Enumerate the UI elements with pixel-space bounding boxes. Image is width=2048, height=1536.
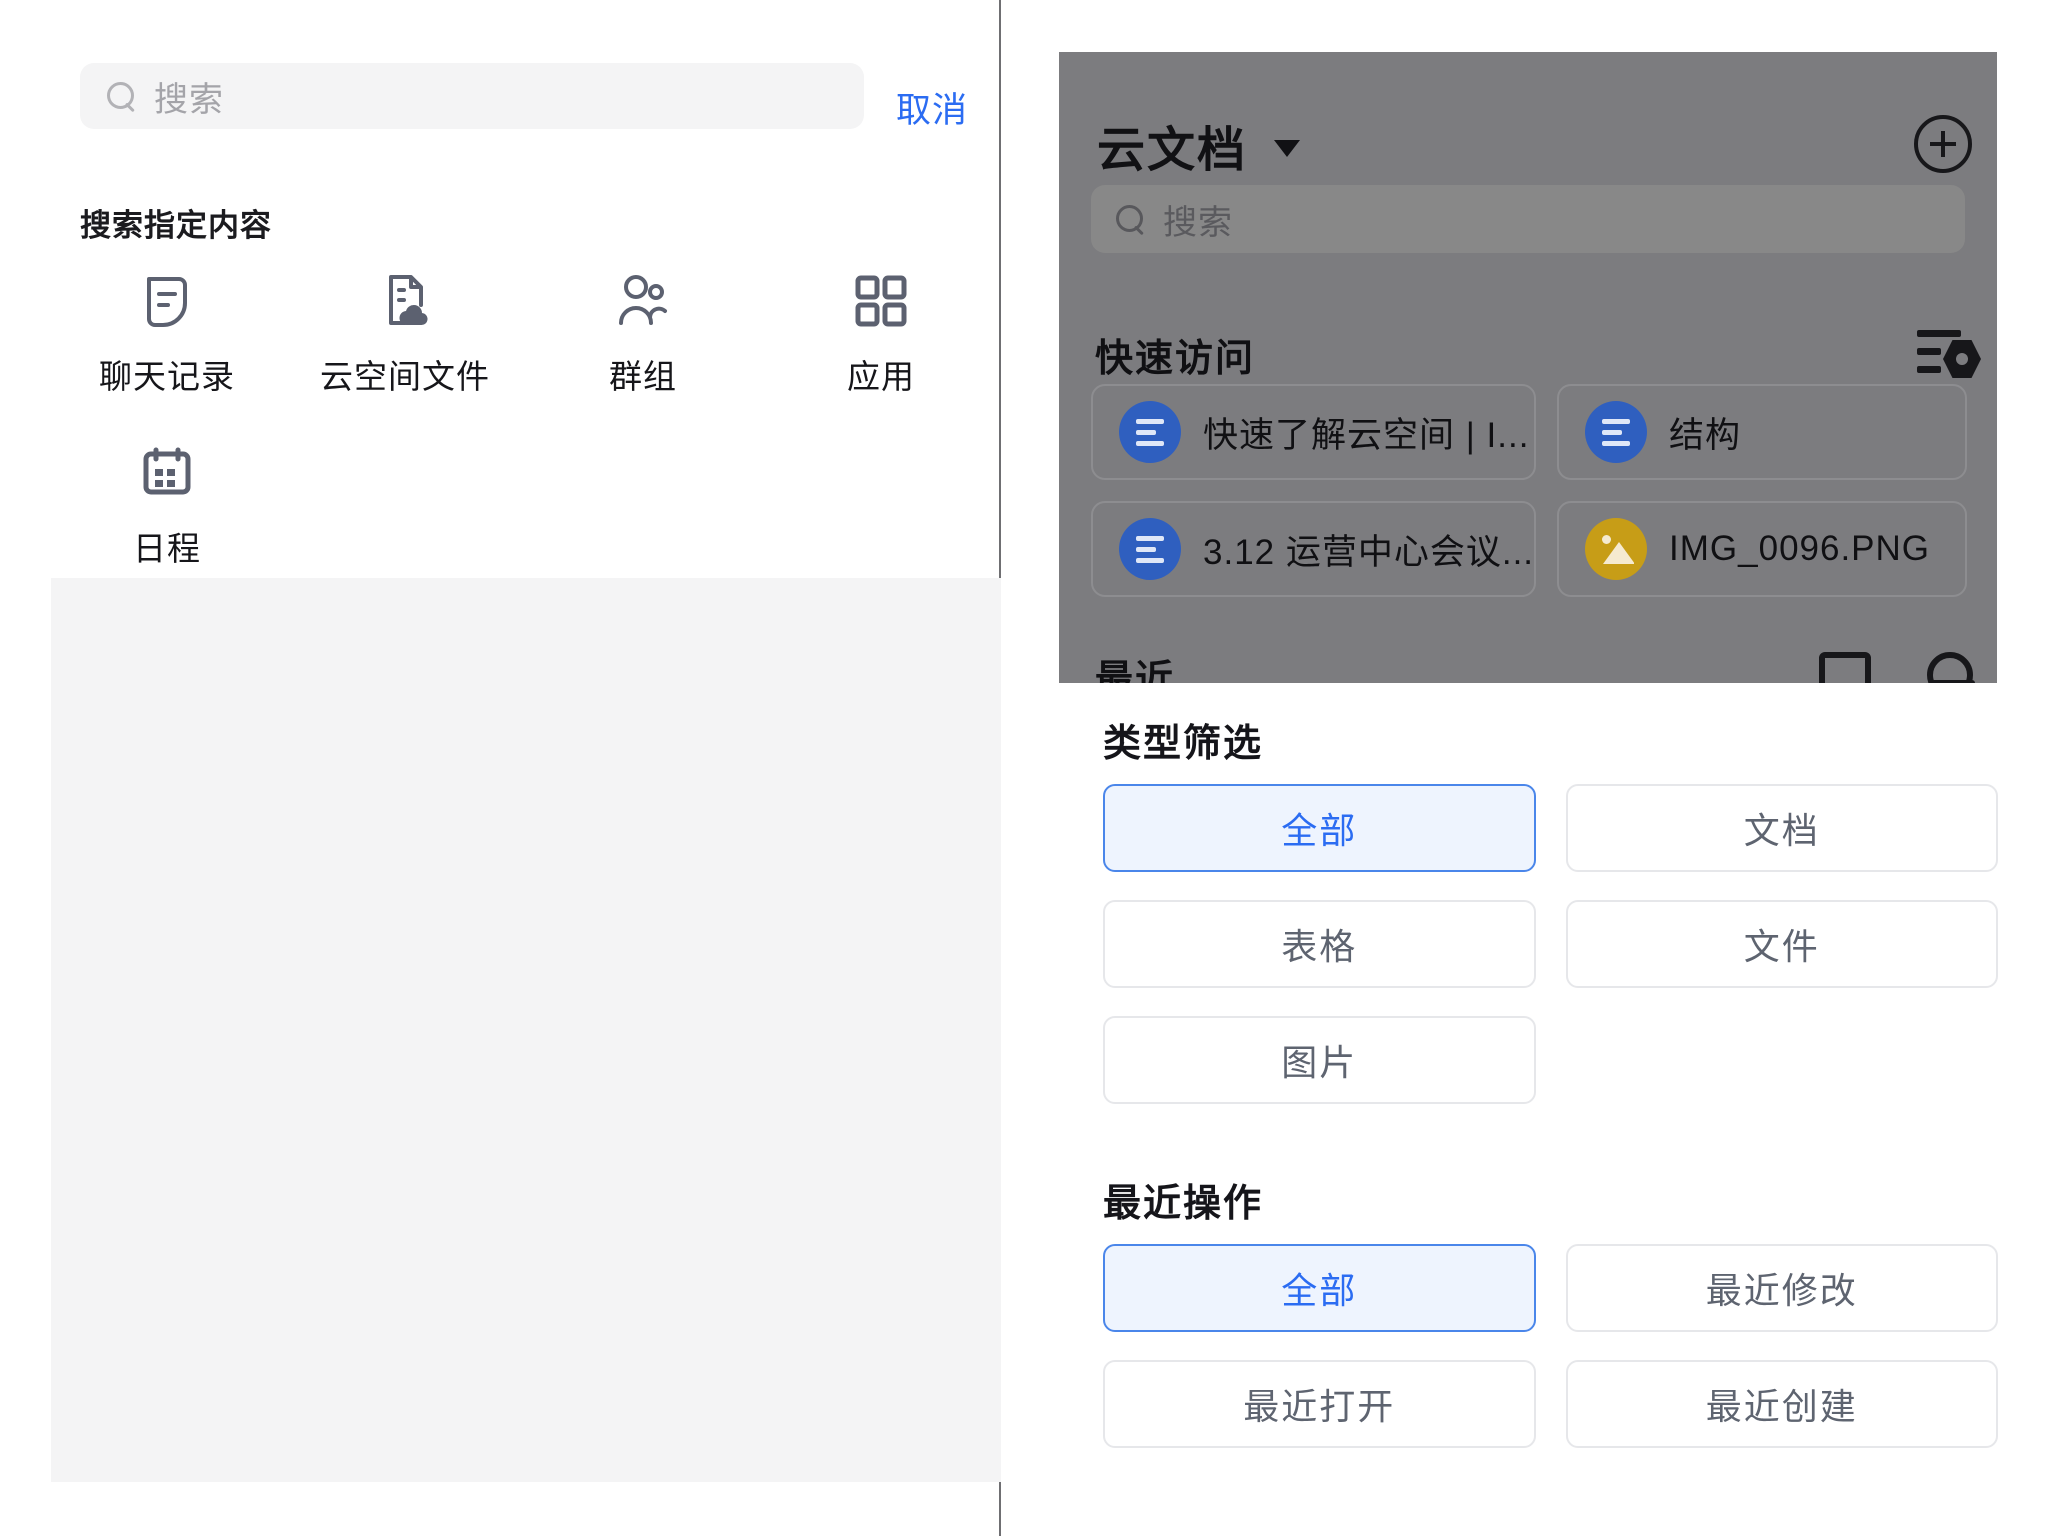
right-filter-panel: 云文档 搜索 快速访问 快速了解云空间 | I... 结构 3.12 运营中心会… xyxy=(1003,0,2048,1536)
search-row: 搜索 xyxy=(0,58,1001,134)
preview-title: 云文档 xyxy=(1097,124,1248,177)
type-filter-option-file[interactable]: 文件 xyxy=(1565,900,1998,988)
doc-file-icon xyxy=(1585,401,1648,463)
plus-circle-icon[interactable] xyxy=(1914,115,1972,173)
chat-record-icon xyxy=(140,272,194,330)
recent-operation-option-opened[interactable]: 最近打开 xyxy=(1103,1360,1536,1448)
search-icon xyxy=(1115,204,1145,234)
cloud-file-icon xyxy=(378,272,432,330)
chevron-down-icon[interactable] xyxy=(1274,140,1300,157)
doc-file-icon xyxy=(1119,518,1181,580)
image-file-icon xyxy=(1585,518,1648,580)
preview-search-input[interactable]: 搜索 xyxy=(1091,185,1965,253)
cancel-button[interactable]: 取消 xyxy=(896,82,968,133)
quick-access-card-name: IMG_0096.PNG xyxy=(1669,529,1931,568)
sort-filter-icon[interactable] xyxy=(1917,328,1981,378)
screen-root: 搜索 取消 搜索指定内容 聊天记录 云空间文件 群组 应用 日程 云文档 搜索 … xyxy=(0,0,2048,1536)
recent-view-toggles[interactable] xyxy=(1819,652,1979,683)
calendar-icon xyxy=(140,444,194,502)
sidebar-item-cloud-file[interactable]: 云空间文件 xyxy=(286,272,524,398)
recent-operation-title: 最近操作 xyxy=(1103,1183,1264,1225)
quick-access-card-name: 快速了解云空间 | I... xyxy=(1203,415,1530,455)
shortcut-label: 应用 xyxy=(847,358,915,395)
shortcut-label: 聊天记录 xyxy=(99,358,235,395)
search-input[interactable]: 搜索 xyxy=(80,63,864,129)
grid-view-icon[interactable] xyxy=(1819,652,1871,683)
page-title: 搜索指定内容 xyxy=(80,208,272,243)
quick-access-grid: 快速了解云空间 | I... 结构 3.12 运营中心会议... IMG_009… xyxy=(1091,384,1967,597)
preview-search-placeholder: 搜索 xyxy=(1163,203,1233,242)
type-filter-title: 类型筛选 xyxy=(1103,723,1264,765)
quick-access-card[interactable]: 3.12 运营中心会议... xyxy=(1091,501,1537,597)
apps-grid-icon xyxy=(855,272,907,330)
shortcut-label: 云空间文件 xyxy=(320,358,490,395)
recent-operation-option-modified[interactable]: 最近修改 xyxy=(1565,1244,1998,1332)
shortcut-label: 群组 xyxy=(609,358,677,395)
empty-results-area xyxy=(51,578,1001,1482)
dimmed-app-preview: 云文档 搜索 快速访问 快速了解云空间 | I... 结构 3.12 运营中心会… xyxy=(1059,52,1997,683)
quick-access-title: 快速访问 xyxy=(1095,338,1256,380)
type-filter-option-sheet[interactable]: 表格 xyxy=(1103,900,1536,988)
recent-operation-option-created[interactable]: 最近创建 xyxy=(1565,1360,1998,1448)
group-users-icon xyxy=(614,272,672,330)
quick-access-card-name: 结构 xyxy=(1669,415,1742,455)
quick-access-card[interactable]: IMG_0096.PNG xyxy=(1557,501,1967,597)
sidebar-item-apps[interactable]: 应用 xyxy=(762,272,1000,398)
search-placeholder: 搜索 xyxy=(154,80,224,119)
person-filter-icon[interactable] xyxy=(1927,652,1975,683)
sidebar-item-calendar[interactable]: 日程 xyxy=(48,444,286,570)
shortcut-grid: 聊天记录 云空间文件 群组 应用 日程 xyxy=(48,272,1001,570)
type-filter-group: 全部 文档 表格 文件 图片 xyxy=(1103,784,1998,1104)
doc-file-icon xyxy=(1119,401,1181,463)
quick-access-card-name: 3.12 运营中心会议... xyxy=(1203,532,1535,572)
sidebar-item-group[interactable]: 群组 xyxy=(524,272,762,398)
type-filter-option-all[interactable]: 全部 xyxy=(1103,784,1536,872)
type-filter-option-doc[interactable]: 文档 xyxy=(1565,784,1998,872)
sidebar-item-chat-record[interactable]: 聊天记录 xyxy=(48,272,286,398)
type-filter-option-image[interactable]: 图片 xyxy=(1103,1016,1536,1104)
quick-access-card[interactable]: 结构 xyxy=(1557,384,1967,480)
quick-access-card[interactable]: 快速了解云空间 | I... xyxy=(1091,384,1537,480)
recent-operation-group: 全部 最近修改 最近打开 最近创建 xyxy=(1103,1244,1998,1448)
recent-section-title: 最近 xyxy=(1095,659,1176,683)
search-icon xyxy=(106,81,136,111)
recent-operation-option-all[interactable]: 全部 xyxy=(1103,1244,1536,1332)
shortcut-label: 日程 xyxy=(133,530,201,567)
left-search-panel: 搜索 取消 搜索指定内容 聊天记录 云空间文件 群组 应用 日程 xyxy=(0,0,1001,1536)
